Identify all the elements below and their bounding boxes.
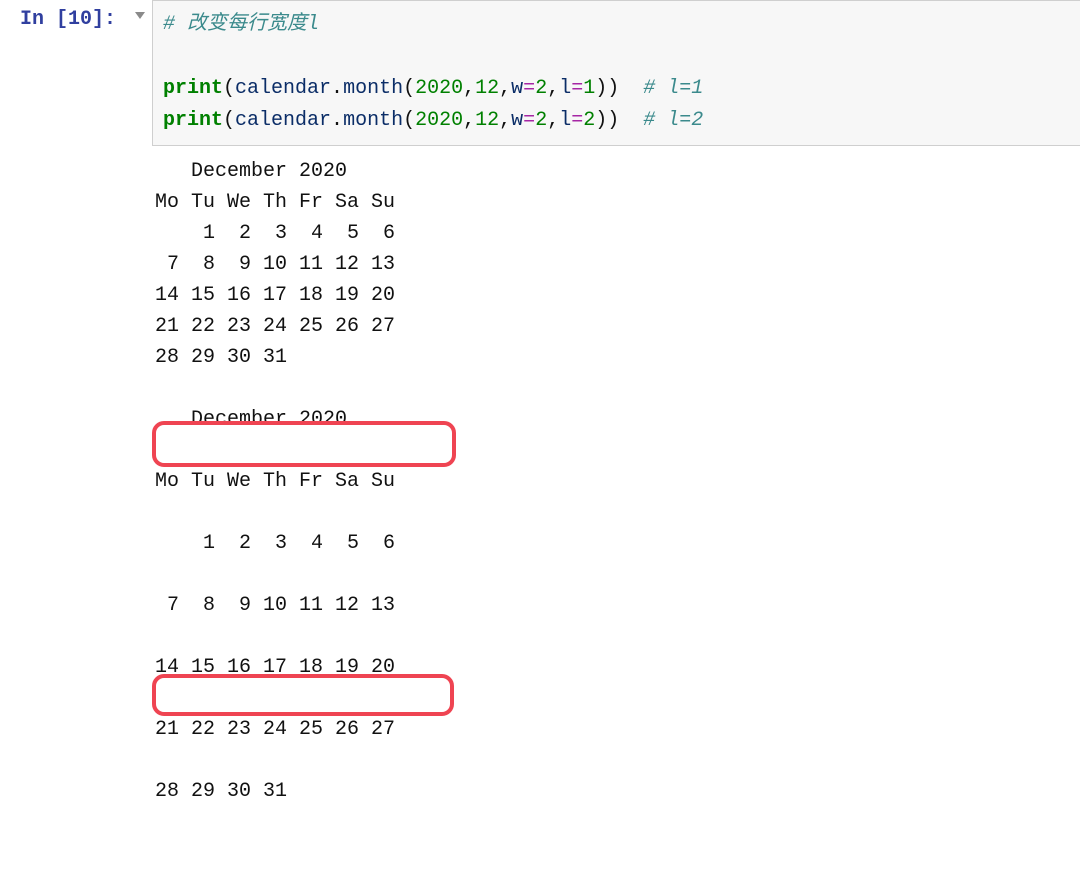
year-val: 2020: [415, 109, 463, 132]
cell-prompt: In [10]:: [0, 0, 128, 39]
cal1-title: December 2020: [155, 160, 347, 183]
module-name: calendar: [235, 77, 331, 100]
cal1-row: 1 2 3 4 5 6: [155, 222, 395, 245]
cal2-row: 7 8 9 10 11 12 13: [155, 594, 395, 617]
code-input[interactable]: # 改变每行宽度l print(calendar.month(2020,12,w…: [152, 0, 1080, 146]
cell-output: December 2020 Mo Tu We Th Fr Sa Su 1 2 3…: [0, 146, 1080, 869]
cal1-row: 14 15 16 17 18 19 20: [155, 284, 395, 307]
annotation-highlight-2: [152, 674, 454, 716]
code-comment: # 改变每行宽度l: [163, 13, 319, 36]
cal2-row: 28 29 30 31: [155, 780, 287, 803]
cal2-title: December 2020: [155, 408, 347, 431]
line1-comment: # l=1: [643, 77, 703, 100]
month-val: 12: [475, 109, 499, 132]
w-param: w: [511, 109, 523, 132]
eq-op: =: [571, 77, 583, 100]
w-param: w: [511, 77, 523, 100]
cal1-row: 28 29 30 31: [155, 346, 287, 369]
year-val: 2020: [415, 77, 463, 100]
cal1-row: 21 22 23 24 25 26 27: [155, 315, 395, 338]
method-name: month: [343, 109, 403, 132]
l-val1: 1: [583, 77, 595, 100]
cal2-header: Mo Tu We Th Fr Sa Su: [155, 470, 395, 493]
w-val: 2: [535, 77, 547, 100]
eq-op: =: [523, 109, 535, 132]
print-fn: print: [163, 109, 223, 132]
cal2-row: 14 15 16 17 18 19 20: [155, 656, 395, 679]
line2-comment: # l=2: [643, 109, 703, 132]
l-val2: 2: [583, 109, 595, 132]
eq-op: =: [523, 77, 535, 100]
eq-op: =: [571, 109, 583, 132]
l-param: l: [559, 77, 571, 100]
chevron-down-icon: [135, 10, 145, 20]
cal2-row: 1 2 3 4 5 6: [155, 532, 395, 555]
l-param: l: [559, 109, 571, 132]
module-name: calendar: [235, 109, 331, 132]
cal1-row: 7 8 9 10 11 12 13: [155, 253, 395, 276]
w-val: 2: [535, 109, 547, 132]
notebook-cell: In [10]: # 改变每行宽度l print(calendar.month(…: [0, 0, 1080, 146]
cal1-header: Mo Tu We Th Fr Sa Su: [155, 191, 395, 214]
cell-collapse-toggle[interactable]: [128, 0, 152, 20]
cal2-row: 21 22 23 24 25 26 27: [155, 718, 395, 741]
method-name: month: [343, 77, 403, 100]
month-val: 12: [475, 77, 499, 100]
print-fn: print: [163, 77, 223, 100]
